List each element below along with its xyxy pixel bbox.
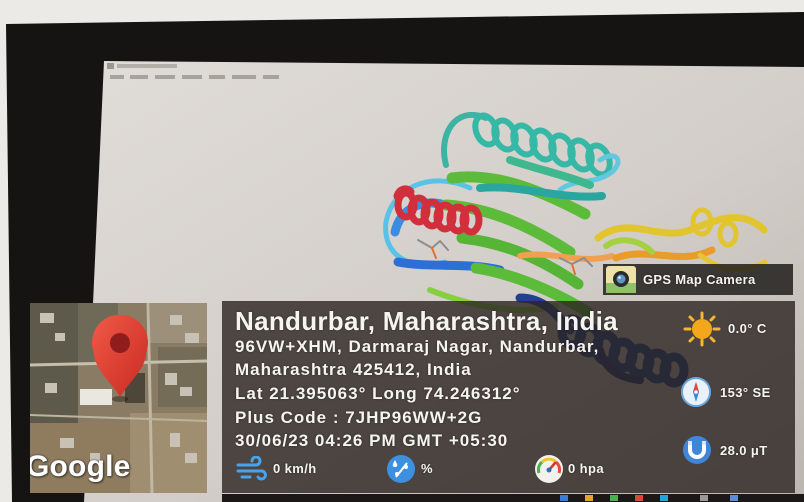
wind-icon (236, 456, 267, 481)
humidity-value: % (421, 461, 433, 476)
sun-icon (683, 311, 721, 347)
wind-speed-value: 0 km/h (273, 461, 317, 476)
app-icon (107, 63, 114, 69)
humidity-icon (387, 455, 415, 483)
map-building (185, 453, 197, 463)
temperature-value: 0.0° C (728, 321, 767, 336)
map-building (40, 313, 54, 323)
taskbar-app-icon[interactable] (700, 495, 708, 501)
taskbar-app-icon[interactable] (660, 495, 668, 501)
taskbar-app-icon[interactable] (585, 495, 593, 501)
magnetic-field-value: 28.0 μT (720, 443, 768, 458)
pressure-gauge-icon (535, 455, 563, 483)
menu-item[interactable] (182, 75, 202, 79)
menu-item[interactable] (155, 75, 175, 79)
map-building (60, 438, 74, 448)
google-logo-text: Google (30, 450, 131, 483)
address-line-2: Maharashtra 425412, India (235, 360, 472, 379)
taskbar (222, 494, 804, 502)
datetime-text: 30/06/23 04:26 PM GMT +05:30 (235, 431, 509, 450)
gps-badge-label: GPS Map Camera (643, 272, 756, 287)
direction-value: 153° SE (720, 385, 771, 400)
menu-item[interactable] (263, 75, 279, 79)
taskbar-app-icon[interactable] (560, 495, 568, 501)
location-title: Nandurbar, Maharashtra, India (235, 306, 618, 336)
menu-item[interactable] (130, 75, 148, 79)
taskbar-app-icon[interactable] (730, 495, 738, 501)
taskbar-app-icon[interactable] (635, 495, 643, 501)
map-building (80, 389, 112, 405)
map-pin-center (110, 333, 130, 353)
map-building (170, 315, 182, 325)
magnet-icon (683, 436, 711, 464)
address-line-1: 96VW+XHM, Darmaraj Nagar, Nandurbar, (235, 337, 600, 356)
map-building (170, 433, 180, 447)
map-building (185, 333, 199, 343)
compass-icon (681, 377, 711, 407)
window-title (117, 64, 177, 68)
map-thumbnail: Google (30, 303, 207, 493)
menu-bar (110, 75, 279, 79)
gps-map-camera-logo-icon (606, 266, 636, 293)
map-building (165, 373, 177, 385)
taskbar-app-icon[interactable] (610, 495, 618, 501)
photo-stage: Google GPS Map Camera Nandurbar, Maharas… (0, 0, 804, 502)
gps-map-camera-badge: GPS Map Camera (603, 264, 793, 295)
map-building (45, 383, 57, 393)
menu-item[interactable] (110, 75, 124, 79)
plus-code-text: Plus Code : 7JHP96WW+2G (235, 408, 483, 427)
taskbar-strip (222, 494, 804, 502)
map-building (180, 387, 192, 396)
coordinates-text: Lat 21.395063° Long 74.246312° (235, 384, 521, 403)
pressure-value: 0 hpa (568, 461, 604, 476)
menu-item[interactable] (232, 75, 256, 79)
menu-item[interactable] (209, 75, 225, 79)
map-building (55, 333, 65, 341)
